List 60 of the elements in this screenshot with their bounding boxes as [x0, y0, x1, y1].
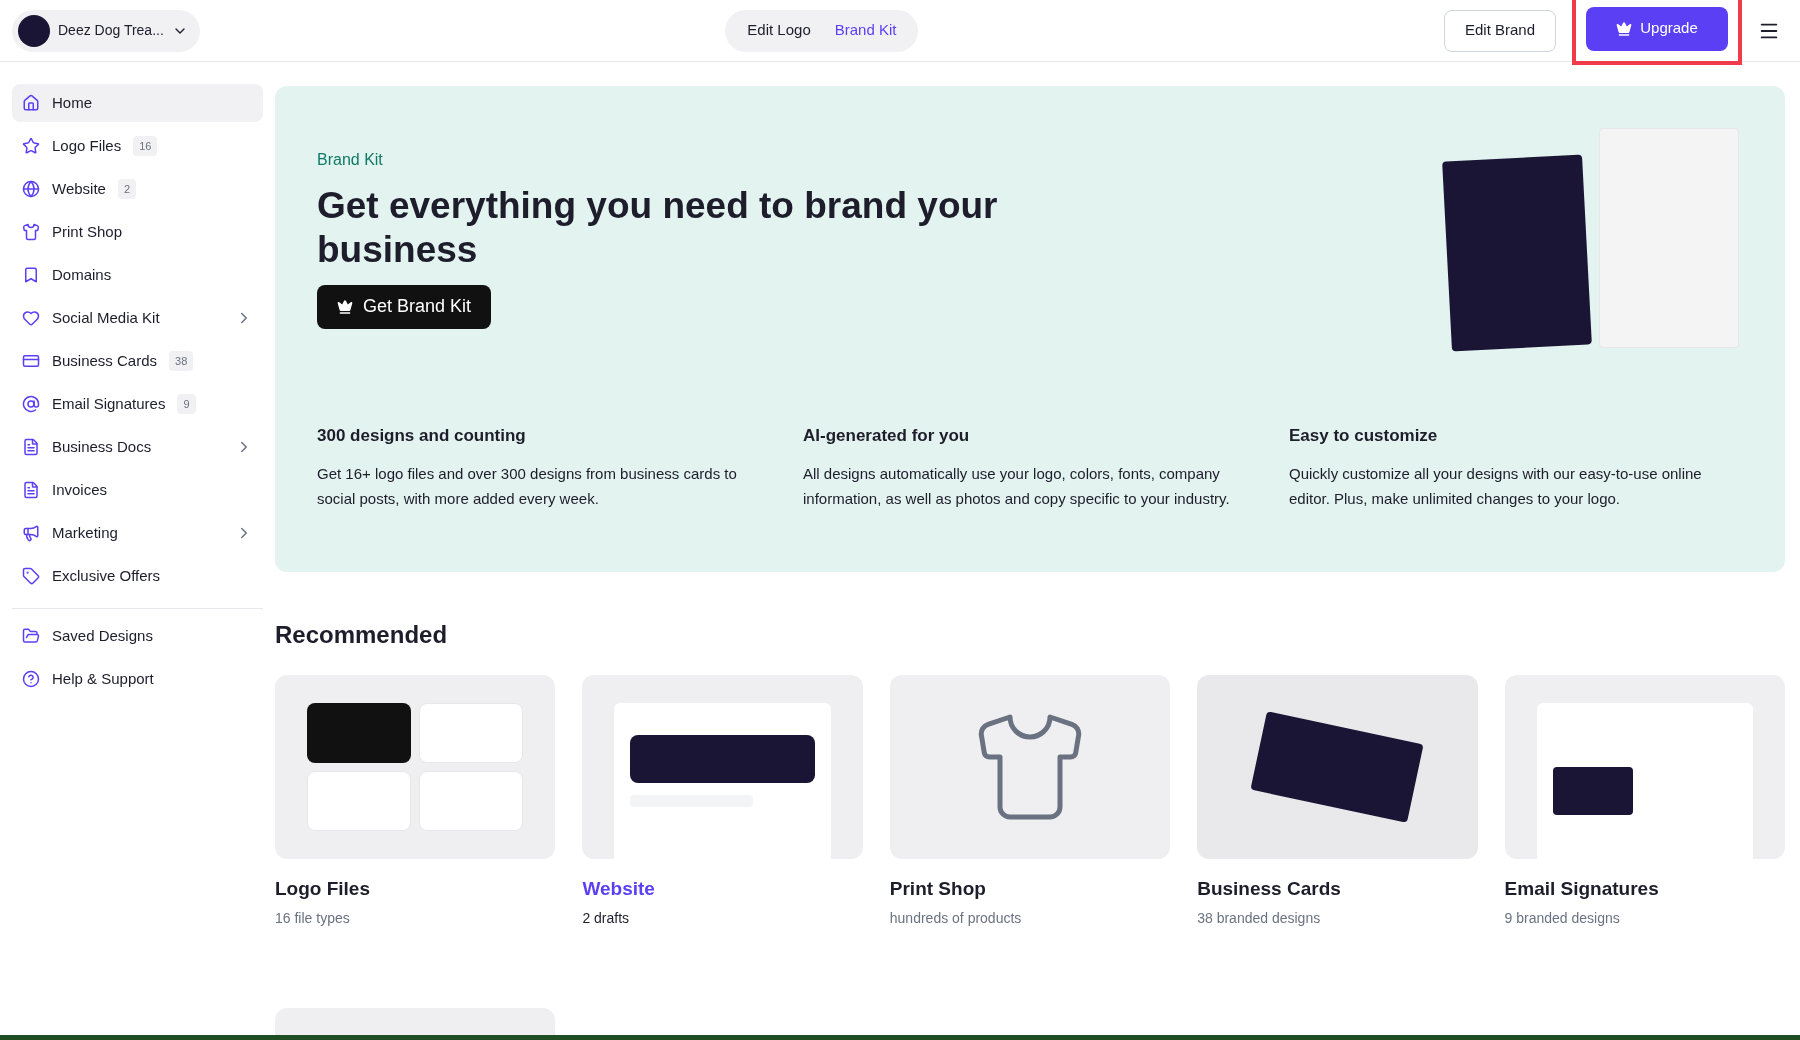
at-sign-icon: [22, 395, 40, 413]
sidebar-item[interactable]: Exclusive Offers: [12, 557, 263, 595]
star-icon: [22, 137, 40, 155]
sidebar-item[interactable]: Marketing: [12, 514, 263, 552]
feature-text: Quickly customize all your designs with our easy-to-use online editor. Plus, make unlimited changes to your logo.: [1289, 463, 1703, 509]
sidebar-item[interactable]: Logo Files 16: [12, 127, 263, 165]
card-subtitle: 2 drafts: [582, 908, 631, 928]
card-title[interactable]: Email Signatures: [1504, 875, 1785, 904]
count-badge: 2: [117, 178, 137, 200]
section-heading: Recommended: [275, 620, 449, 650]
sidebar-item[interactable]: Print Shop: [12, 213, 263, 251]
feature-text: All designs automatically use your logo, colors, fonts, company information, as well as photos and copy specific to your industry.: [803, 463, 1231, 509]
card-subtitle: 16 file types: [275, 908, 351, 928]
crown-icon: [337, 298, 353, 315]
card-title[interactable]: Business Cards: [1197, 875, 1478, 904]
feature-text: Get 16+ logo files and over 300 designs from business cards to social posts, with more added every week.: [317, 463, 738, 509]
sidebar-item[interactable]: Invoices: [12, 471, 263, 509]
feature-title: AI-generated for you: [803, 425, 971, 447]
hero-eyebrow: Brand Kit: [317, 150, 384, 170]
card-icon: [22, 352, 40, 370]
sidebar-item[interactable]: Home: [12, 84, 263, 122]
count-badge: 38: [169, 350, 194, 372]
home-icon: [22, 94, 40, 112]
sidebar-item[interactable]: Help & Support: [12, 660, 263, 698]
mode-tab[interactable]: Edit Logo: [737, 9, 821, 52]
card-subtitle: 38 branded designs: [1197, 908, 1322, 928]
mode-tab[interactable]: Brand Kit: [824, 9, 907, 52]
card-title[interactable]: Print Shop: [889, 875, 1171, 904]
sidebar-item[interactable]: Saved Designs: [12, 617, 263, 655]
card-subtitle: hundreds of products: [889, 908, 1023, 928]
feature-title: 300 designs and counting: [317, 425, 527, 447]
bookmark-icon: [22, 266, 40, 284]
document-icon: [22, 481, 40, 499]
shirt-icon: [22, 223, 40, 241]
get-brand-kit-button[interactable]: Get Brand Kit: [317, 284, 492, 329]
upgrade-button[interactable]: Upgrade: [1586, 6, 1728, 51]
sidebar-item[interactable]: Email Signatures 9: [12, 385, 263, 423]
feature-title: Easy to customize: [1289, 425, 1439, 447]
globe-icon: [22, 180, 40, 198]
count-badge: 16: [133, 135, 158, 157]
brand-logo-icon: [18, 14, 50, 47]
folder-icon: [22, 627, 40, 645]
crown-icon: [1616, 20, 1633, 37]
megaphone-icon: [22, 524, 40, 542]
tag-icon: [22, 567, 40, 585]
count-badge: 9: [177, 393, 196, 415]
card-title[interactable]: Website: [582, 875, 863, 904]
sidebar-item[interactable]: Business Docs: [12, 428, 263, 466]
help-icon: [22, 670, 40, 688]
brand-selector[interactable]: Deez Dog Trea...: [12, 9, 200, 52]
sidebar-item[interactable]: Website 2: [12, 170, 263, 208]
sidebar-item[interactable]: Business Cards 38: [12, 342, 263, 380]
document-icon: [22, 438, 40, 456]
hero-title: Get everything you need to brand your business: [317, 184, 999, 273]
sidebar-item[interactable]: Domains: [12, 256, 263, 294]
card-subtitle: 9 branded designs: [1504, 908, 1621, 928]
sidebar-item[interactable]: Social Media Kit: [12, 299, 263, 337]
card-title[interactable]: Logo Files: [275, 875, 556, 904]
edit-brand-button[interactable]: Edit Brand: [1443, 9, 1556, 52]
heart-icon: [22, 309, 40, 327]
